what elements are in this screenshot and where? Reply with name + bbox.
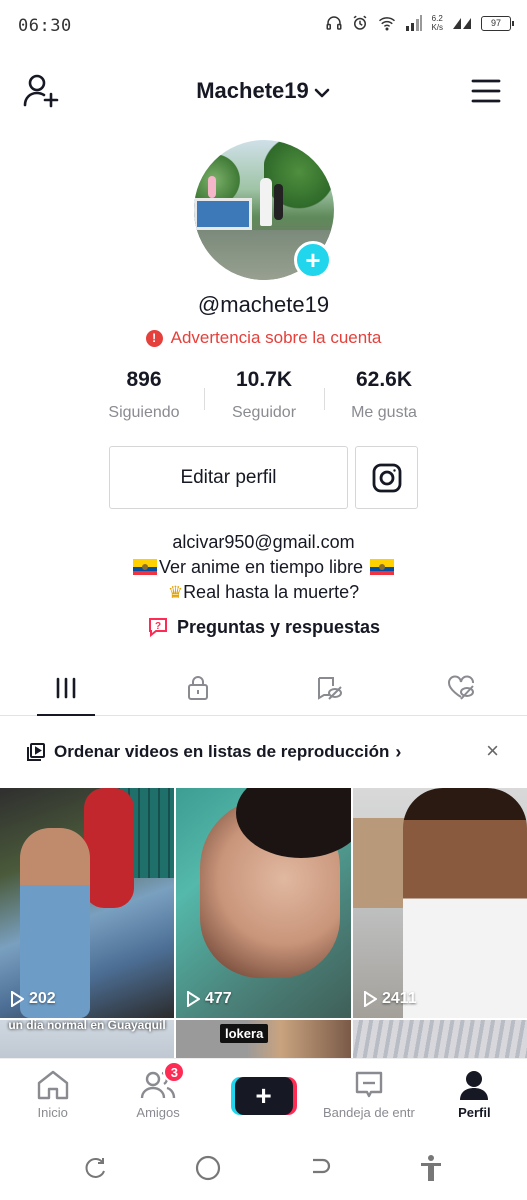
nav-home[interactable]: Inicio bbox=[0, 1059, 105, 1130]
account-warning-link[interactable]: ! Advertencia sobre la cuenta bbox=[0, 328, 527, 348]
lock-icon bbox=[187, 675, 208, 700]
accessibility-icon[interactable] bbox=[418, 1154, 444, 1182]
tab-private[interactable] bbox=[132, 660, 264, 715]
create-button[interactable]: + bbox=[234, 1077, 293, 1115]
alarm-icon bbox=[354, 15, 367, 30]
stat-value: 10.7K bbox=[235, 368, 293, 391]
ecuador-flag-icon bbox=[132, 559, 157, 575]
view-count: 477 bbox=[186, 990, 232, 1008]
playlist-icon bbox=[27, 743, 45, 761]
bottom-nav: Inicio 3 Amigos + Bandeja de entr Perfil bbox=[0, 1058, 527, 1130]
bio-line-real: ♛Real hasta la muerte? bbox=[0, 580, 527, 605]
stat-label: Seguidor bbox=[231, 404, 297, 421]
hidden-heart-icon bbox=[448, 675, 475, 700]
crown-icon: ♛ bbox=[167, 583, 184, 602]
chevron-right-icon: › bbox=[395, 741, 402, 762]
home-icon bbox=[37, 1070, 68, 1100]
data-signal-icon bbox=[453, 18, 471, 29]
video-thumbnail[interactable]: 202 bbox=[0, 788, 174, 1018]
video-thumbnail[interactable]: un dia normal en Guayaquil bbox=[0, 1020, 174, 1058]
nav-profile[interactable]: Perfil bbox=[422, 1059, 527, 1130]
profile-stats: 896 Siguiendo 10.7K Seguidor 62.6K Me gu… bbox=[84, 368, 444, 432]
warning-icon: ! bbox=[145, 329, 163, 347]
stat-likes[interactable]: 62.6K Me gusta bbox=[324, 368, 444, 432]
close-icon[interactable]: × bbox=[486, 738, 499, 764]
video-caption: un dia normal en Guayaquil bbox=[8, 1020, 166, 1032]
question-bubble-icon: ? bbox=[148, 618, 167, 638]
play-icon bbox=[11, 991, 24, 1007]
edit-profile-button[interactable]: Editar perfil bbox=[109, 446, 348, 509]
profile-bio: alcivar950@gmail.com Ver anime en tiempo… bbox=[0, 530, 527, 605]
instagram-icon bbox=[372, 463, 401, 492]
tab-liked[interactable] bbox=[395, 660, 527, 715]
status-icons: 6.2 K/s 97 bbox=[325, 14, 514, 32]
play-icon bbox=[187, 991, 200, 1007]
chevron-down-icon bbox=[313, 79, 331, 105]
instagram-button[interactable] bbox=[355, 446, 418, 509]
qa-label: Preguntas y respuestas bbox=[176, 616, 381, 637]
hidden-repost-icon bbox=[318, 676, 343, 700]
plus-icon: + bbox=[305, 245, 321, 275]
home-circle-icon[interactable] bbox=[194, 1154, 222, 1182]
video-thumbnail[interactable]: 477 bbox=[176, 788, 351, 1018]
svg-text:?: ? bbox=[155, 621, 161, 632]
video-grid: 202 477 2411 un dia normal en Guayaquil … bbox=[0, 788, 527, 1058]
wifi-icon bbox=[379, 17, 396, 31]
back-icon[interactable] bbox=[307, 1155, 333, 1181]
add-avatar-button[interactable]: + bbox=[294, 241, 332, 279]
play-icon bbox=[364, 991, 377, 1007]
bio-line-anime: Ver anime en tiempo libre bbox=[0, 555, 527, 580]
profile-header: Machete19 bbox=[0, 66, 527, 116]
nav-friends[interactable]: 3 Amigos bbox=[105, 1059, 210, 1130]
view-count: 202 bbox=[10, 990, 56, 1008]
menu-button[interactable] bbox=[471, 78, 501, 109]
battery-icon: 97 bbox=[481, 15, 514, 31]
headphones-icon bbox=[326, 16, 342, 30]
video-thumbnail[interactable] bbox=[353, 1020, 527, 1058]
qa-link[interactable]: ? Preguntas y respuestas bbox=[0, 616, 527, 638]
system-nav-bar bbox=[0, 1136, 527, 1200]
video-tag: lokera bbox=[220, 1024, 269, 1043]
hamburger-icon bbox=[471, 79, 501, 103]
account-warning-text: Advertencia sobre la cuenta bbox=[170, 328, 382, 347]
stat-value: 62.6K bbox=[355, 368, 413, 391]
stat-following[interactable]: 896 Siguiendo bbox=[84, 368, 204, 432]
nav-inbox[interactable]: Bandeja de entr bbox=[316, 1059, 421, 1130]
tab-videos[interactable] bbox=[0, 660, 132, 716]
header-username: Machete19 bbox=[196, 78, 309, 103]
profile-handle: @machete19 bbox=[197, 292, 330, 317]
stat-label: Me gusta bbox=[351, 404, 417, 421]
plus-icon: + bbox=[255, 1080, 272, 1111]
net-speed: 6.2 K/s bbox=[431, 14, 443, 32]
bio-email: alcivar950@gmail.com bbox=[172, 532, 355, 552]
tab-reposts[interactable] bbox=[264, 660, 396, 715]
playlist-banner[interactable]: Ordenar videos en listas de reproducción… bbox=[0, 726, 527, 778]
inbox-icon bbox=[355, 1071, 383, 1098]
signal-icon bbox=[406, 15, 423, 31]
stat-value: 896 bbox=[126, 368, 162, 391]
stat-label: Siguiendo bbox=[108, 404, 180, 421]
profile-tabs bbox=[0, 660, 527, 716]
status-time: 06:30 bbox=[18, 16, 72, 36]
stat-followers[interactable]: 10.7K Seguidor bbox=[204, 368, 324, 432]
nav-create[interactable]: + bbox=[211, 1059, 316, 1130]
account-switcher[interactable]: Machete19 bbox=[0, 78, 527, 105]
recents-icon[interactable] bbox=[83, 1155, 109, 1181]
grid-icon bbox=[56, 677, 76, 698]
friends-badge: 3 bbox=[163, 1061, 186, 1083]
view-count: 2411 bbox=[363, 990, 417, 1008]
video-thumbnail[interactable]: 2411 bbox=[353, 788, 527, 1018]
status-bar: 06:30 6.2 K/s 97 bbox=[0, 0, 527, 52]
profile-icon bbox=[460, 1071, 489, 1100]
video-thumbnail[interactable]: lokera bbox=[176, 1020, 351, 1058]
ecuador-flag-icon bbox=[370, 559, 395, 575]
playlist-banner-text: Ordenar videos en listas de reproducción bbox=[54, 742, 390, 761]
